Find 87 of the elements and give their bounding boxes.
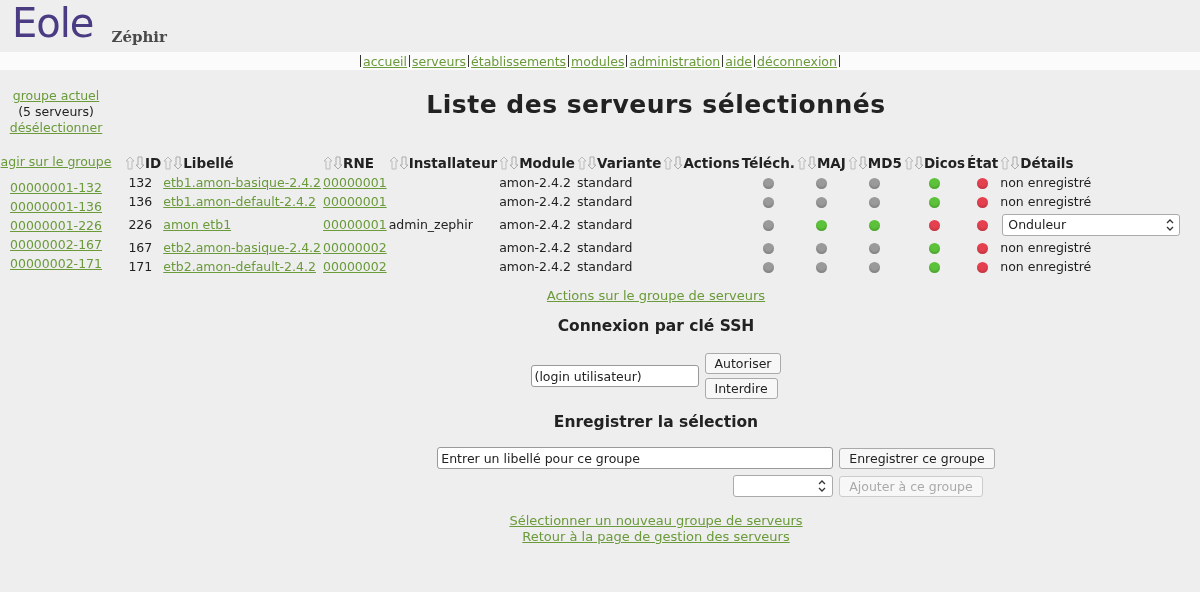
- table-cell: standard: [576, 175, 633, 190]
- table-cell: non enregistré: [1000, 194, 1092, 209]
- server-link[interactable]: 00000001-136: [10, 199, 102, 215]
- table-cell: admin_zephir: [388, 217, 473, 232]
- group-action-link[interactable]: agir sur le groupe: [0, 154, 112, 170]
- table-cell: 226: [128, 217, 153, 232]
- nav-link[interactable]: serveurs: [412, 53, 467, 69]
- table-cell: standard: [576, 217, 633, 232]
- column-header: État: [967, 155, 999, 171]
- rne-link[interactable]: 00000002: [323, 259, 387, 274]
- page-title: Liste des serveurs sélectionnés: [426, 90, 886, 119]
- table-cell: 167: [128, 240, 153, 255]
- table-cell: 171: [128, 259, 153, 274]
- details-dropdown[interactable]: Onduleur: [1002, 213, 1181, 236]
- app-name: Zéphir: [111, 28, 167, 46]
- column-header: RNE: [343, 155, 374, 171]
- column-header: Actions: [683, 155, 740, 171]
- column-header: Dicos: [923, 155, 966, 171]
- nav-link[interactable]: modules: [571, 53, 625, 69]
- table-cell: 132: [128, 175, 153, 190]
- nav-link[interactable]: déconnexion: [757, 53, 837, 69]
- nav-link[interactable]: accueil: [363, 53, 408, 69]
- group-label-field[interactable]: Entrer un libellé pour ce groupe: [437, 447, 834, 469]
- footer-link[interactable]: Sélectionner un nouveau groupe de serveurs: [509, 513, 803, 528]
- table-cell: non enregistré: [1000, 175, 1092, 190]
- section-heading: Connexion par clé SSH: [557, 317, 755, 335]
- group-actions-link[interactable]: Actions sur le groupe de serveurs: [546, 288, 766, 303]
- table-cell: standard: [576, 240, 633, 255]
- section-heading: Enregistrer la sélection: [553, 413, 759, 431]
- ssh-button[interactable]: Interdire: [704, 378, 778, 399]
- server-label-link[interactable]: etb2.amon-default-2.4.2: [163, 259, 316, 274]
- table-cell: standard: [576, 259, 633, 274]
- nav-link[interactable]: aide: [725, 53, 753, 69]
- server-label-link[interactable]: amon etb1: [163, 217, 232, 232]
- column-header: MD5: [867, 155, 902, 171]
- table-cell: non enregistré: [1000, 259, 1092, 274]
- current-group-link[interactable]: groupe actuel: [12, 88, 100, 104]
- server-link[interactable]: 00000001-132: [10, 180, 102, 196]
- rne-link[interactable]: 00000002: [323, 240, 387, 255]
- server-link[interactable]: 00000002-167: [10, 237, 102, 253]
- table-cell: non enregistré: [1000, 240, 1092, 255]
- column-header: Installateur: [408, 155, 498, 171]
- server-label-link[interactable]: etb1.amon-basique-2.4.2: [163, 175, 322, 190]
- table-cell: amon-2.4.2: [499, 259, 571, 274]
- column-header: Téléch.: [741, 155, 795, 171]
- sort-icon[interactable]: [499, 156, 520, 170]
- table-cell: amon-2.4.2: [499, 217, 571, 232]
- server-label-link[interactable]: etb2.amon-basique-2.4.2: [163, 240, 322, 255]
- sort-icon[interactable]: [323, 156, 344, 170]
- logo: Eole: [12, 0, 94, 46]
- table-cell: amon-2.4.2: [499, 194, 571, 209]
- sort-icon[interactable]: [576, 156, 597, 170]
- spinner-arrows-icon: [1166, 218, 1175, 231]
- column-header: Libellé: [183, 155, 234, 171]
- nav-link[interactable]: établissements: [471, 53, 567, 69]
- column-header: ID: [145, 155, 162, 171]
- table-cell: amon-2.4.2: [499, 175, 571, 190]
- sort-icon[interactable]: [125, 156, 145, 170]
- footer-link[interactable]: Retour à la page de gestion des serveurs: [522, 529, 790, 544]
- table-cell: 136: [128, 194, 153, 209]
- column-header: Variante: [596, 155, 662, 171]
- sort-icon[interactable]: [663, 156, 684, 170]
- sort-icon[interactable]: [796, 156, 817, 170]
- save-group-button[interactable]: Enregistrer ce groupe: [839, 447, 995, 469]
- column-header: Détails: [1020, 155, 1074, 171]
- rne-link[interactable]: 00000001: [323, 217, 387, 232]
- rne-link[interactable]: 00000001: [323, 175, 387, 190]
- rne-link[interactable]: 00000001: [323, 194, 387, 209]
- sort-icon[interactable]: [388, 156, 409, 170]
- group-dropdown[interactable]: [733, 475, 834, 497]
- sort-icon[interactable]: [847, 156, 868, 170]
- login-field[interactable]: (login utilisateur): [530, 365, 699, 387]
- column-header: MAJ: [816, 155, 846, 171]
- nav-link[interactable]: administration: [629, 53, 721, 69]
- table-cell: standard: [576, 194, 633, 209]
- table-cell: amon-2.4.2: [499, 240, 571, 255]
- sort-icon[interactable]: [1000, 156, 1021, 170]
- spinner-arrows-icon: [818, 480, 827, 492]
- server-label-link[interactable]: etb1.amon-default-2.4.2: [163, 194, 316, 209]
- server-link[interactable]: 00000002-171: [10, 256, 102, 272]
- server-link[interactable]: 00000001-226: [10, 218, 102, 234]
- column-header: Module: [519, 155, 575, 171]
- deselect-link[interactable]: désélectionner: [9, 120, 103, 136]
- sort-icon[interactable]: [163, 156, 184, 170]
- ssh-button[interactable]: Autoriser: [704, 353, 782, 374]
- server-count: (5 serveurs): [18, 104, 94, 120]
- sort-icon[interactable]: [903, 156, 924, 170]
